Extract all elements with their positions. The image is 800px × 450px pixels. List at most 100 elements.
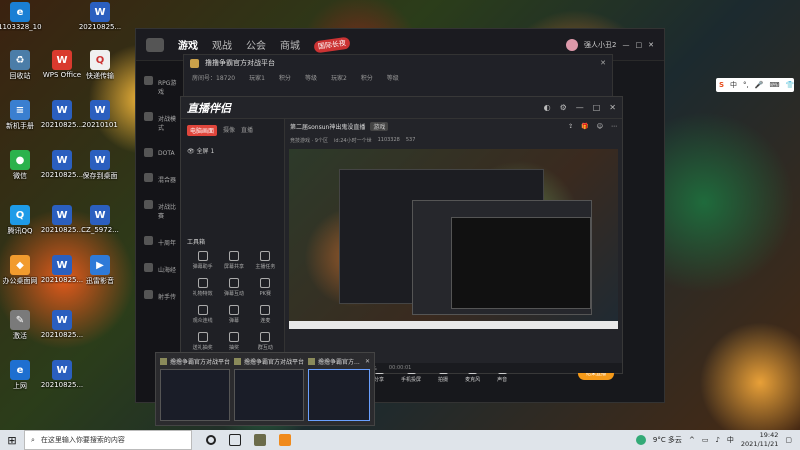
tab-live[interactable]: 直播 (241, 125, 253, 136)
tool-button[interactable]: PK赛 (250, 278, 281, 297)
ime-toolbar[interactable]: S 中 °, 🎤 ⌨ 👕 (716, 78, 794, 92)
search-input[interactable]: ⌕ 在这里输入你要搜索的内容 (24, 430, 192, 450)
taskbar-thumbnail[interactable]: 撸撸争霸官方对战平台 (160, 357, 231, 421)
eye-icon[interactable]: 👁 (187, 148, 195, 155)
desktop-icon[interactable]: W CZ_5972... (80, 205, 120, 234)
notification-icon[interactable]: ▢ (785, 436, 792, 444)
tray-app-icon[interactable] (635, 435, 646, 445)
tool-button[interactable]: 观众连线 (187, 305, 218, 324)
ime-indicator[interactable]: 中 (727, 435, 734, 445)
event-badge[interactable]: 国际长夜 (313, 36, 351, 53)
tab-store[interactable]: 商城 (280, 37, 300, 52)
tool-button[interactable]: 抽奖 (218, 332, 249, 351)
maximize-icon[interactable]: □ (636, 41, 643, 49)
title-tag[interactable]: 游戏 (370, 121, 389, 131)
zb-titlebar: 直播伴侣 ◐ ⚙ — □ ✕ (181, 97, 622, 119)
user-icon[interactable]: ☺ (597, 123, 603, 130)
clock[interactable]: 19:42 2021/11/21 (741, 431, 778, 449)
desktop-icon[interactable]: ≡ 新机手册 (0, 100, 40, 131)
tool-button[interactable]: 弹幕 (218, 305, 249, 324)
maximize-icon[interactable]: □ (593, 103, 601, 112)
tab-screen[interactable]: 电脑画面 (187, 125, 218, 136)
volume-icon[interactable]: ♪ (715, 436, 719, 444)
cortana-icon[interactable] (206, 435, 216, 445)
game-app-icon[interactable] (254, 434, 266, 446)
task-view-icon[interactable] (229, 434, 241, 446)
app-icon: W (52, 50, 72, 70)
skin-icon[interactable]: ◐ (544, 103, 551, 112)
sidebar-item[interactable]: 对战模式 (136, 105, 184, 141)
tool-button[interactable]: 主播任务 (250, 251, 281, 270)
desktop-icon[interactable]: W 20210825... (41, 310, 83, 339)
tool-grid: 弹幕助手 屏幕共享 主播任务礼物特效 弹幕互动 PK赛观众连线 弹幕 连麦送礼抽奖 抽奖 群互动 (187, 251, 281, 351)
zb-left-panel: 电脑画面 摄像 直播 👁 全屏 1 工具箱 弹幕助手 屏幕共享 主播任务 礼物特效 弹幕… (181, 119, 285, 373)
sidebar-item[interactable]: DOTA (136, 141, 184, 166)
taskbar-thumbnail[interactable]: 撸撸争霸官方对战平台 (234, 357, 305, 421)
minimize-icon[interactable]: — (576, 103, 584, 112)
tool-button[interactable]: 送礼抽奖 (187, 332, 218, 351)
tool-button[interactable]: 弹幕助手 (187, 251, 218, 270)
share-icon[interactable]: ⇪ (568, 123, 573, 130)
tool-button[interactable]: 屏幕共享 (218, 251, 249, 270)
tab-guild[interactable]: 公会 (246, 37, 266, 52)
tool-button[interactable]: 弹幕互动 (218, 278, 249, 297)
sidebar-item[interactable]: RPG游戏 (136, 69, 184, 105)
close-icon[interactable]: ✕ (365, 358, 370, 365)
minimize-icon[interactable]: — (623, 41, 630, 49)
desktop-icon[interactable]: ♻ 回收站 (0, 50, 40, 81)
close-icon[interactable]: ✕ (600, 59, 606, 67)
mic-icon[interactable]: 🎤 (755, 81, 764, 89)
settings-icon[interactable]: ⚙ (560, 103, 567, 112)
desktop-icon[interactable]: ✎ 激活 (0, 310, 40, 341)
close-icon[interactable]: ✕ (648, 41, 654, 49)
desktop-icon[interactable]: W 20210825... (41, 360, 83, 389)
stream-preview[interactable] (289, 149, 618, 329)
more-icon[interactable]: ⋯ (611, 123, 617, 130)
desktop-icon[interactable]: ◆ 办公桌面网 (0, 255, 40, 286)
desktop-icon[interactable]: Q 快递传输 (80, 50, 120, 81)
desktop-icon[interactable]: Q 腾讯QQ (0, 205, 40, 236)
desktop-icon[interactable]: W 20210825... (79, 2, 121, 31)
stream-title[interactable]: 第二届sonsun神出鬼没直播 (290, 122, 365, 131)
network-icon[interactable]: ▭ (702, 436, 709, 444)
scene-item[interactable]: 👁 全屏 1 (181, 142, 284, 159)
sidebar-item[interactable]: 混合器 (136, 166, 184, 193)
sidebar-item[interactable]: 对战比赛 (136, 193, 184, 229)
tool-button[interactable]: 群互动 (250, 332, 281, 351)
tab-camera[interactable]: 摄像 (223, 125, 235, 136)
avatar[interactable] (566, 38, 579, 51)
desktop-icon[interactable]: W 20210101 (80, 100, 120, 129)
close-icon[interactable]: ✕ (609, 103, 616, 112)
desktop-icon[interactable]: W WPS Office (42, 50, 82, 79)
tab-watch[interactable]: 观战 (212, 37, 232, 52)
desktop-icon-label: 激活 (13, 332, 27, 340)
skin-icon[interactable]: 👕 (786, 81, 795, 89)
thumbnail-preview (308, 369, 370, 421)
sidebar-item[interactable]: 十周年 (136, 229, 184, 256)
gift-icon[interactable]: 🎁 (581, 123, 588, 130)
desktop-icon[interactable]: W 20210825... (41, 100, 83, 129)
keyboard-icon[interactable]: ⌨ (770, 81, 780, 89)
desktop-icon[interactable]: e 上网 (0, 360, 40, 391)
sidebar-item[interactable]: 射手传 (136, 283, 184, 310)
app-icon: W (52, 205, 72, 225)
taskbar-thumbnail[interactable]: 撸撸争霸官方... ✕ (308, 357, 370, 421)
desktop-icon[interactable]: W 保存到桌面 (80, 150, 120, 181)
desktop-icon[interactable]: W 20210825... (41, 205, 83, 234)
chevron-up-icon[interactable]: ^ (689, 436, 695, 444)
desktop-icon[interactable]: ● 微信 (0, 150, 40, 181)
weather[interactable]: 9°C 多云 (653, 435, 682, 445)
tool-button[interactable]: 礼物特效 (187, 278, 218, 297)
sidebar-item[interactable]: 山海经 (136, 256, 184, 283)
punctuation-icon[interactable]: °, (743, 81, 749, 89)
desktop-icon[interactable]: ▶ 迅雷影音 (80, 255, 120, 286)
desktop-icon[interactable]: e1103328_10XIN (0, 2, 42, 31)
windows-start-icon[interactable]: ⊞ (0, 434, 24, 447)
tool-button[interactable]: 连麦 (250, 305, 281, 324)
desktop-icon[interactable]: W 20210825... (41, 255, 83, 284)
ime-mode[interactable]: 中 (730, 80, 737, 90)
tab-games[interactable]: 游戏 (178, 37, 198, 52)
live-app-icon[interactable] (279, 434, 291, 446)
desktop-icon[interactable]: W 20210825... (41, 150, 83, 179)
username[interactable]: 强人小丑2 (584, 40, 616, 50)
